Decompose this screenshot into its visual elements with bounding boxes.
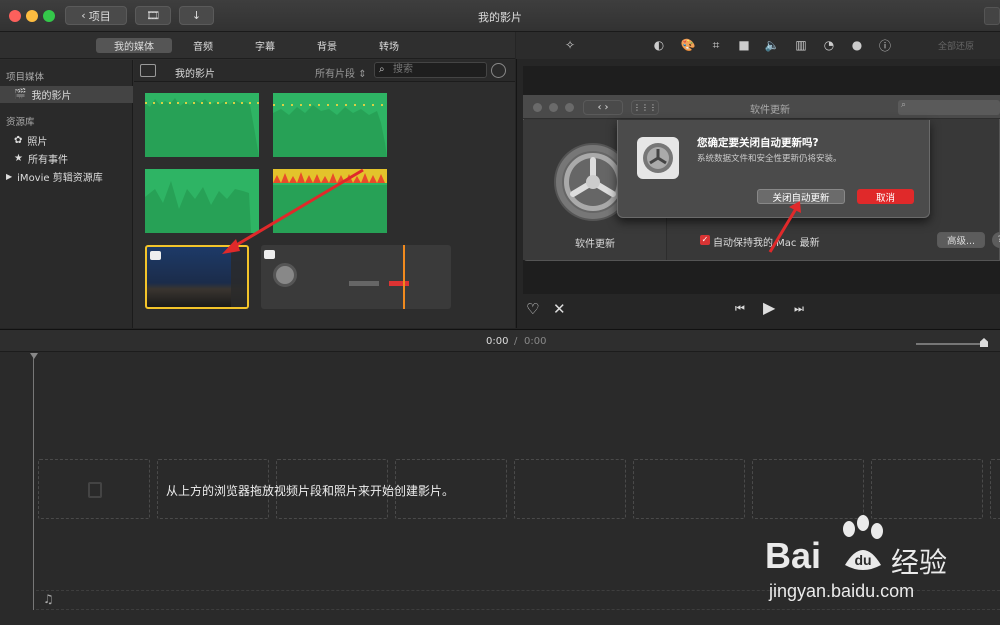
red-arrow-to-button — [768, 206, 799, 253]
paw-logo-icon: du — [843, 515, 883, 570]
watermark-brand2: 经验 — [891, 546, 948, 579]
baidu-watermark: Bai du 经验 jingyan.baidu.com — [765, 515, 995, 610]
watermark-url: jingyan.baidu.com — [769, 581, 915, 601]
red-arrowhead — [222, 239, 240, 254]
watermark-brand: Bai — [765, 535, 822, 576]
red-arrow-to-clip — [227, 168, 364, 252]
imovie-window: ‹ 项目 🎞 ↓ 我的影片 我的媒体 音频 字幕 背景 转场 项目媒体 🎬 我的影片… — [0, 0, 1000, 625]
svg-text:du: du — [854, 552, 871, 568]
